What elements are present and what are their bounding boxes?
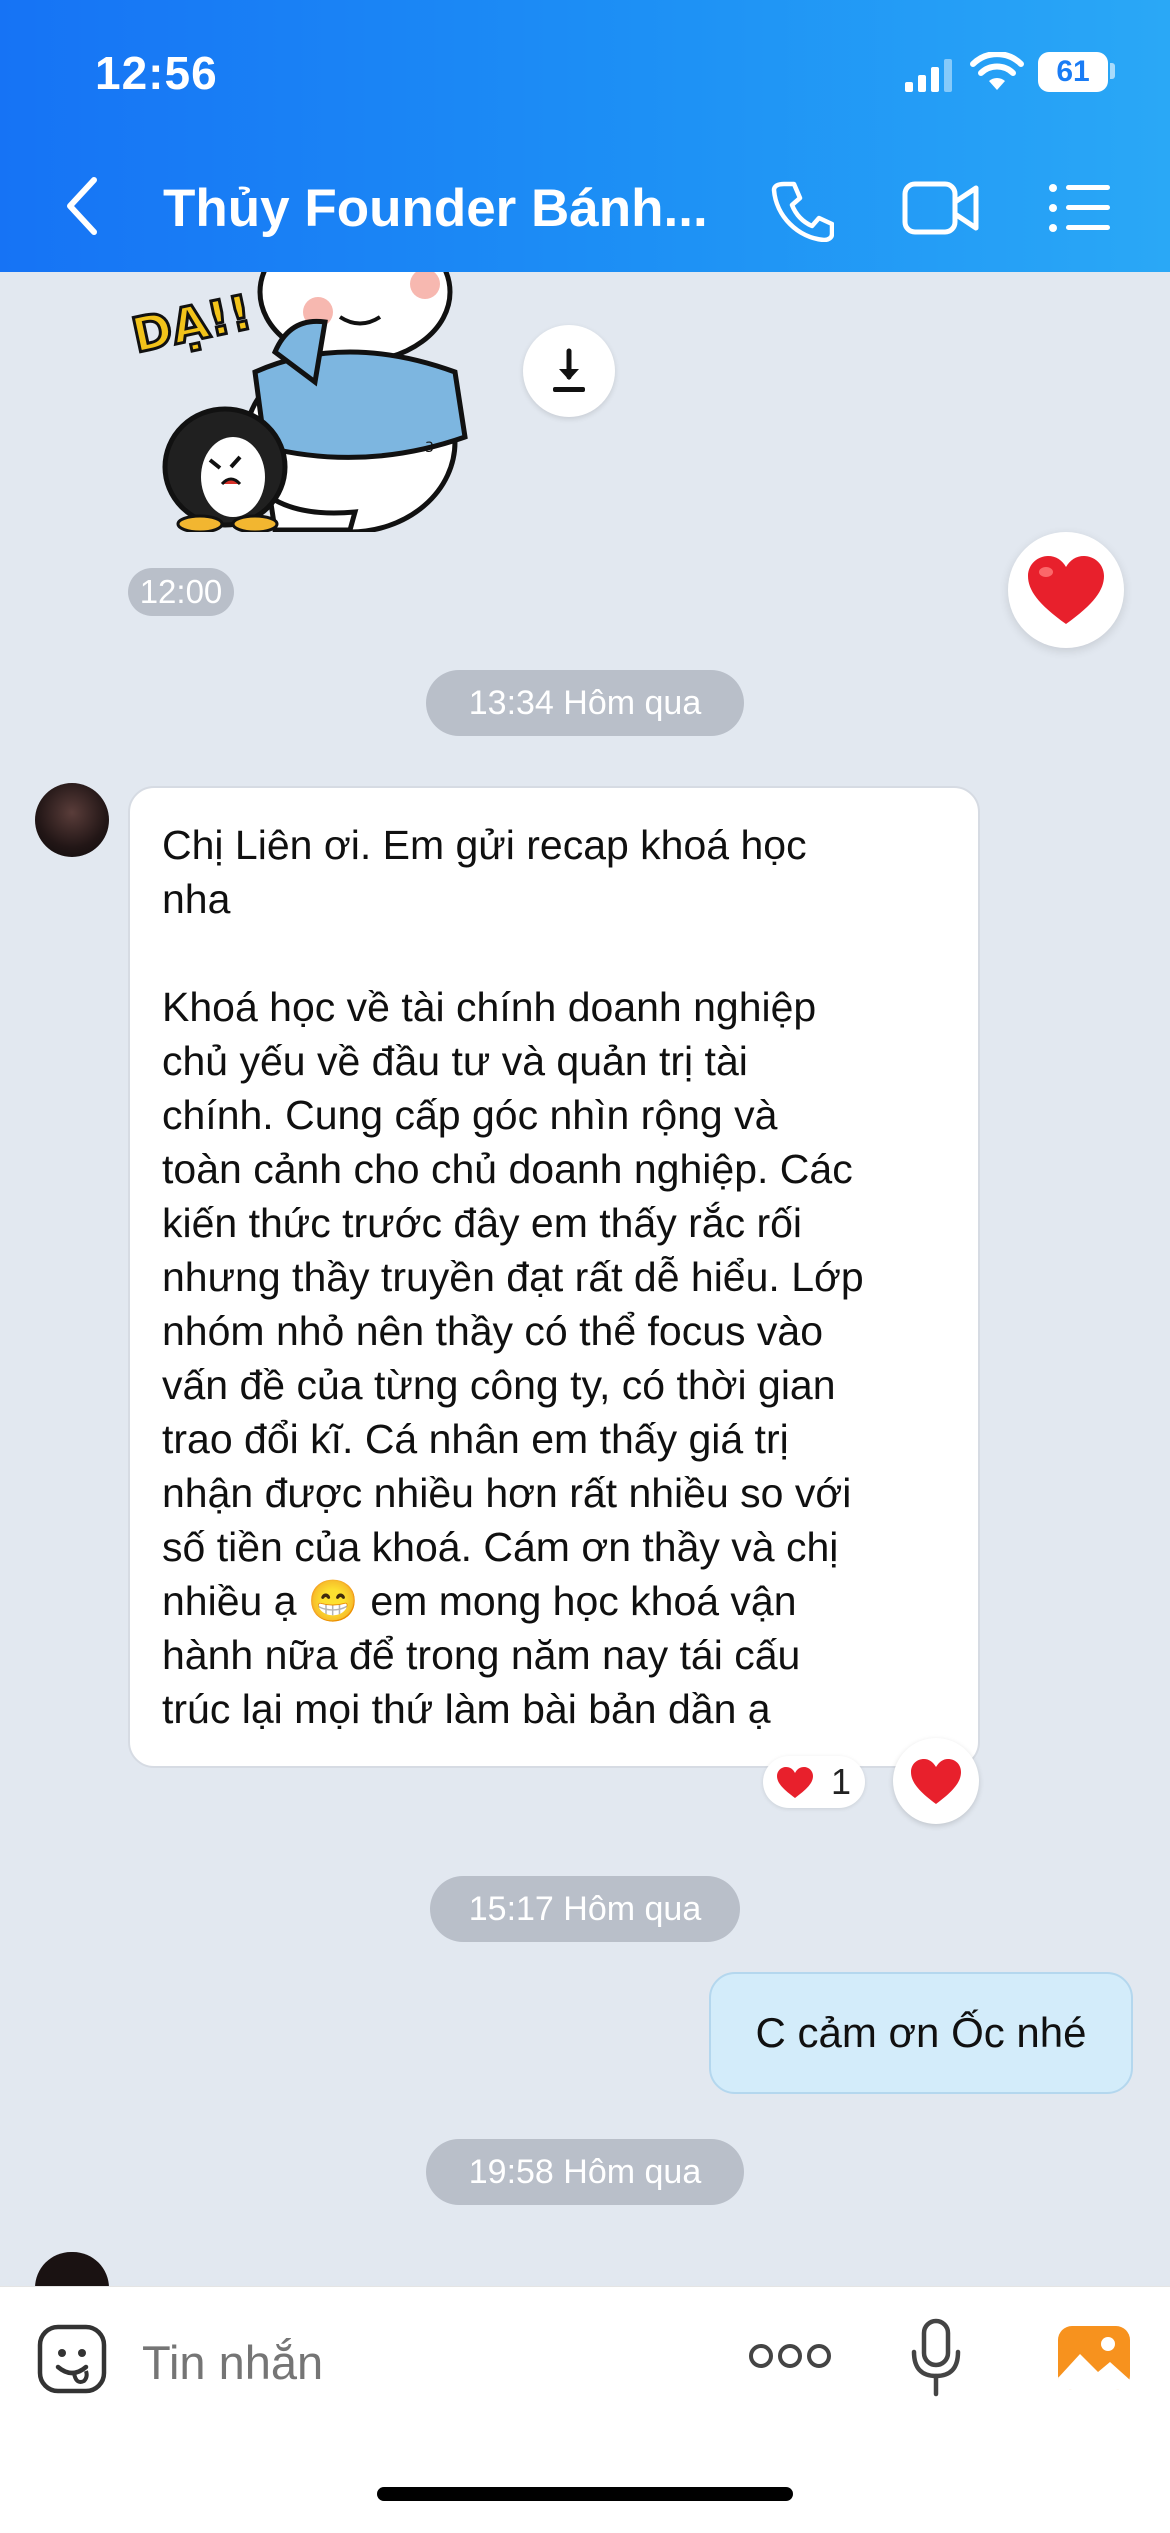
avatar[interactable] <box>35 783 109 857</box>
battery-icon: 61 <box>1038 52 1108 92</box>
date-separator: 13:34 Hôm qua <box>426 670 744 736</box>
sticker-timestamp: 12:00 <box>128 568 234 616</box>
date-separator: 15:17 Hôm qua <box>430 1876 740 1942</box>
wifi-icon <box>970 52 1024 90</box>
image-gallery-icon[interactable] <box>1056 2324 1132 2392</box>
download-button[interactable] <box>523 325 615 417</box>
bear-penguin-sticker-art: 3 DẠ!! <box>126 219 468 535</box>
heart-icon <box>911 1759 961 1804</box>
incoming-message-text: Chị Liên ơi. Em gửi recap khoá học nha K… <box>162 822 864 1732</box>
chat-header: 12:56 61 Thủy Founder Bánh... <box>0 0 1170 272</box>
more-options-icon[interactable] <box>748 2340 832 2372</box>
react-heart-button[interactable] <box>1008 532 1124 648</box>
reaction-count-badge[interactable]: 1 <box>763 1756 865 1808</box>
chat-title[interactable]: Thủy Founder Bánh... <box>163 178 708 239</box>
heart-icon <box>1028 556 1104 624</box>
emoji-sticker-icon[interactable] <box>36 2323 108 2395</box>
message-input[interactable] <box>142 2335 702 2390</box>
battery-tip <box>1110 63 1115 79</box>
signal-icon <box>905 59 952 92</box>
react-heart-button[interactable] <box>893 1738 979 1824</box>
avatar[interactable] <box>35 2252 109 2288</box>
download-icon <box>553 348 585 392</box>
phone-icon[interactable] <box>770 178 834 242</box>
microphone-icon[interactable] <box>908 2318 964 2398</box>
svg-text:3: 3 <box>425 440 434 456</box>
outgoing-message-bubble[interactable]: C cảm ơn Ốc nhé <box>709 1972 1133 2094</box>
heart-icon <box>777 1767 813 1798</box>
date-separator: 19:58 Hôm qua <box>426 2139 744 2205</box>
menu-list-icon[interactable] <box>1048 182 1112 234</box>
home-indicator <box>377 2487 793 2501</box>
sticker-image[interactable]: 3 DẠ!! <box>125 219 495 535</box>
sticker-caption: DẠ!! <box>127 284 257 364</box>
reaction-count: 1 <box>831 1761 852 1802</box>
video-call-icon[interactable] <box>902 180 980 236</box>
back-chevron-icon[interactable] <box>62 176 102 236</box>
status-time: 12:56 <box>95 47 218 99</box>
